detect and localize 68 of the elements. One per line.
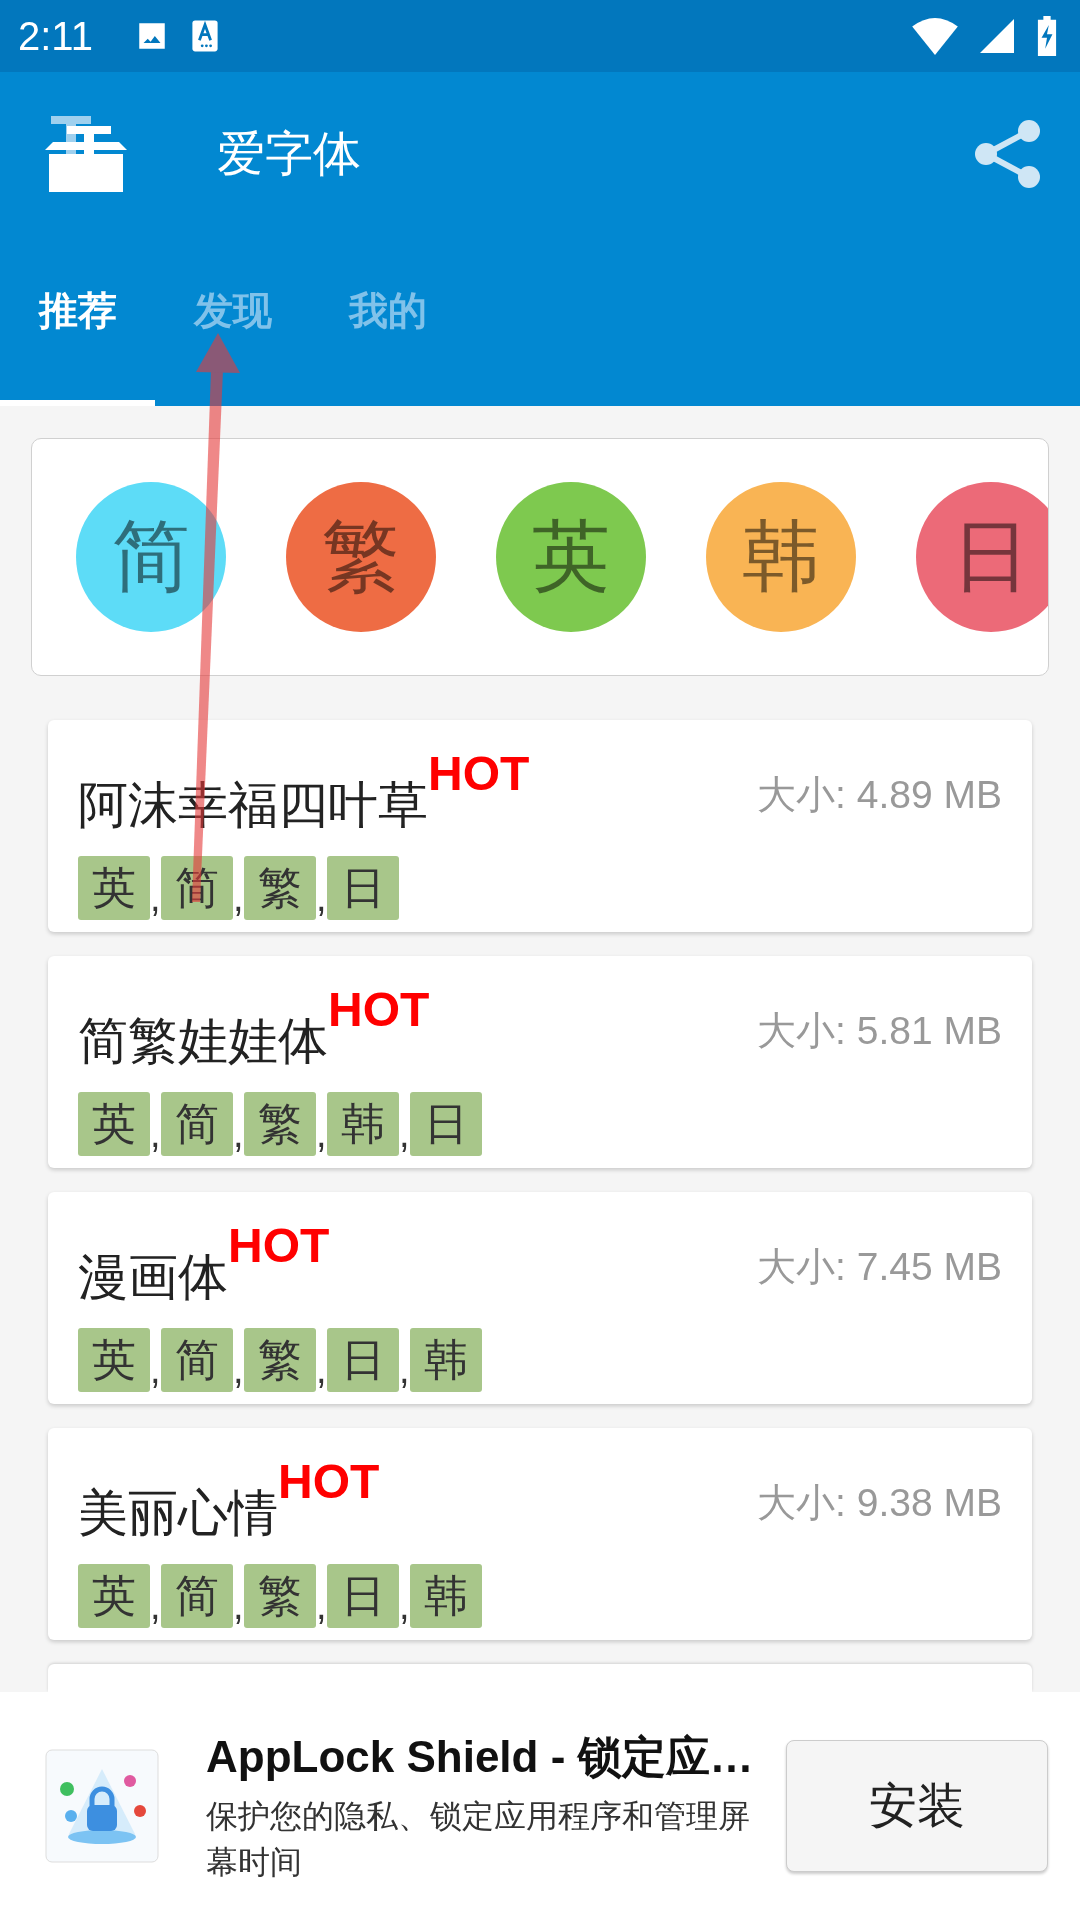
comma: , bbox=[316, 877, 327, 920]
install-button[interactable]: 安装 bbox=[786, 1740, 1048, 1872]
app-title: 爱字体 bbox=[217, 126, 361, 182]
comma: , bbox=[150, 877, 161, 920]
comma: , bbox=[233, 1113, 244, 1156]
file-size: 大小: 5.81 MB bbox=[757, 1008, 1002, 1054]
language-tag: 韩 bbox=[410, 1328, 482, 1392]
language-tag: 韩 bbox=[410, 1564, 482, 1628]
font-name: 漫画体 bbox=[78, 1248, 228, 1307]
language-tag: 繁 bbox=[244, 1328, 316, 1392]
font-name: 美丽心情 bbox=[78, 1484, 278, 1543]
ad-title[interactable]: AppLock Shield - 锁定应… bbox=[206, 1727, 766, 1787]
font-name: 简繁娃娃体 bbox=[78, 1012, 328, 1071]
category-circle[interactable]: 日 bbox=[916, 482, 1048, 632]
file-size: 大小: 7.45 MB bbox=[757, 1244, 1002, 1290]
category-circle[interactable]: 英 bbox=[496, 482, 646, 632]
language-tag: 简 bbox=[161, 1328, 233, 1392]
lock-app-icon[interactable] bbox=[45, 1749, 159, 1863]
language-tag: 繁 bbox=[244, 856, 316, 920]
language-tag: 英 bbox=[78, 856, 150, 920]
language-tag: 简 bbox=[161, 1092, 233, 1156]
hot-label: HOT bbox=[278, 1454, 380, 1509]
font-name: 阿沫幸福四叶草 bbox=[78, 776, 428, 835]
tab[interactable]: 我的 bbox=[310, 236, 465, 406]
language-tag: 日 bbox=[410, 1092, 482, 1156]
category-circle[interactable]: 韩 bbox=[706, 482, 856, 632]
tab[interactable]: 推荐 bbox=[0, 236, 155, 406]
language-tag: 繁 bbox=[244, 1564, 316, 1628]
signal-icon bbox=[980, 18, 1014, 54]
comma: , bbox=[399, 1585, 410, 1628]
font-icon bbox=[190, 19, 219, 53]
language-tag: 日 bbox=[327, 856, 399, 920]
language-tag: 繁 bbox=[244, 1092, 316, 1156]
file-size: 大小: 9.38 MB bbox=[757, 1480, 1002, 1526]
comma: , bbox=[316, 1113, 327, 1156]
comma: , bbox=[233, 1349, 244, 1392]
language-tag: 日 bbox=[327, 1328, 399, 1392]
hot-label: HOT bbox=[428, 746, 530, 801]
file-size: 大小: 4.89 MB bbox=[757, 772, 1002, 818]
comma: , bbox=[150, 1349, 161, 1392]
ad-description: 保护您的隐私、锁定应用程序和管理屏幕时间 bbox=[206, 1796, 751, 1882]
font-box-icon bbox=[45, 116, 127, 192]
comma: , bbox=[150, 1585, 161, 1628]
comma: , bbox=[233, 1585, 244, 1628]
category-circle[interactable]: 简 bbox=[76, 482, 226, 632]
hot-label: HOT bbox=[228, 1218, 330, 1273]
language-tag: 英 bbox=[78, 1092, 150, 1156]
font-card[interactable]: 美丽心情HOT 大小: 9.38 MB 英 , 简 , 繁 , 日 , 韩 bbox=[48, 1428, 1032, 1640]
language-tag: 英 bbox=[78, 1328, 150, 1392]
language-tag: 简 bbox=[161, 1564, 233, 1628]
font-card[interactable]: 简繁娃娃体HOT 大小: 5.81 MB 英 , 简 , 繁 , 韩 , 日 bbox=[48, 956, 1032, 1168]
language-tag: 日 bbox=[327, 1564, 399, 1628]
font-card[interactable]: 漫画体HOT 大小: 7.45 MB 英 , 简 , 繁 , 日 , 韩 bbox=[48, 1192, 1032, 1404]
wifi-icon bbox=[912, 17, 958, 55]
comma: , bbox=[399, 1349, 410, 1392]
tab[interactable]: 发现 bbox=[155, 236, 310, 406]
language-tag: 英 bbox=[78, 1564, 150, 1628]
comma: , bbox=[399, 1113, 410, 1156]
battery-icon bbox=[1036, 16, 1058, 56]
status-time: 2:11 bbox=[18, 13, 93, 59]
language-tag: 韩 bbox=[327, 1092, 399, 1156]
comma: , bbox=[233, 877, 244, 920]
category-circle[interactable]: 繁 bbox=[286, 482, 436, 632]
comma: , bbox=[150, 1113, 161, 1156]
comma: , bbox=[316, 1585, 327, 1628]
share-icon[interactable] bbox=[974, 120, 1042, 188]
comma: , bbox=[316, 1349, 327, 1392]
hot-label: HOT bbox=[328, 982, 430, 1037]
